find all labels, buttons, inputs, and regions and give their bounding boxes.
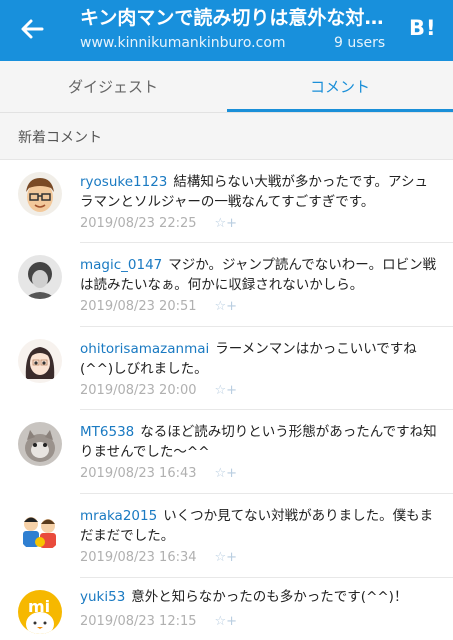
- comment-meta: 2019/08/23 20:51 ☆+: [80, 299, 237, 314]
- comment-item: MT6538 なるほど読み切りという形態があったんですね知りませんでした～^^ 2…: [0, 410, 453, 494]
- comment-item: mraka2015 いくつか見てない対戦がありました。僕もまだまだでした。 201…: [0, 494, 453, 578]
- add-star-icon[interactable]: ☆+: [215, 383, 238, 398]
- comment-date: 2019/08/23 20:51: [80, 299, 197, 314]
- comment-username[interactable]: magic_0147: [80, 257, 162, 273]
- comment-date: 2019/08/23 12:15: [80, 614, 197, 629]
- tab-bar: ダイジェスト コメント: [0, 61, 453, 113]
- avatar[interactable]: [18, 422, 62, 466]
- comment-item: magic_0147 マジか。ジャンプ読んでないわー。ロビン戦は読みたいなぁ。何か…: [0, 243, 453, 327]
- comment-date: 2019/08/23 16:34: [80, 550, 197, 565]
- add-star-icon[interactable]: ☆+: [215, 299, 238, 314]
- comment-meta: 2019/08/23 12:15 ☆+: [80, 614, 237, 629]
- comment-item: ohitorisamazanmai ラーメンマンはかっこいいですね(^^)しびれま…: [0, 327, 453, 410]
- bookmark-icon[interactable]: B!: [409, 16, 437, 40]
- comment-text: magic_0147 マジか。ジャンプ読んでないわー。ロビン戦は読みたいなぁ。何か…: [80, 255, 440, 295]
- comment-date: 2019/08/23 22:25: [80, 216, 197, 231]
- comment-meta: 2019/08/23 22:25 ☆+: [80, 216, 237, 231]
- tab-digest[interactable]: ダイジェスト: [0, 61, 226, 113]
- comment-text: yuki53 意外と知らなかったのも多かったです(^^)！: [80, 587, 440, 607]
- comment-username[interactable]: MT6538: [80, 424, 134, 440]
- avatar[interactable]: [18, 339, 62, 383]
- comment-body: 意外と知らなかったのも多かったです(^^)！: [131, 589, 408, 605]
- add-star-icon[interactable]: ☆+: [215, 216, 238, 231]
- add-star-icon[interactable]: ☆+: [215, 614, 238, 629]
- comment-item: ryosuke1123 結構知らない大戦が多かったです。アシュラマンとソルジャーの…: [0, 160, 453, 243]
- comment-meta: 2019/08/23 16:43 ☆+: [80, 466, 237, 481]
- comment-meta: 2019/08/23 20:00 ☆+: [80, 383, 237, 398]
- section-header: 新着コメント: [0, 113, 453, 160]
- add-star-icon[interactable]: ☆+: [215, 466, 238, 481]
- comment-username[interactable]: ohitorisamazanmai: [80, 341, 209, 357]
- comment-text: MT6538 なるほど読み切りという形態があったんですね知りませんでした～^^: [80, 422, 440, 462]
- app-header: キン肉マンで読み切りは意外な対戦が多かった www.kinnikumankinb…: [0, 0, 453, 61]
- comment-text: ohitorisamazanmai ラーメンマンはかっこいいですね(^^)しびれま…: [80, 339, 440, 379]
- comment-username[interactable]: ryosuke1123: [80, 174, 167, 190]
- section-title: 新着コメント: [18, 130, 102, 146]
- comment-username[interactable]: mraka2015: [80, 508, 157, 524]
- svg-text:mi: mi: [28, 597, 50, 616]
- add-star-icon[interactable]: ☆+: [215, 550, 238, 565]
- comment-item: mi yuki53 意外と知らなかったのも多かったです(^^)！ 2019/08/…: [0, 578, 453, 640]
- comment-date: 2019/08/23 16:43: [80, 466, 197, 481]
- back-arrow-icon[interactable]: [18, 15, 46, 43]
- page-url[interactable]: www.kinnikumankinburo.com: [80, 35, 320, 51]
- avatar[interactable]: [18, 255, 62, 299]
- avatar[interactable]: [18, 508, 62, 552]
- bookmark-users-count[interactable]: 9 users: [334, 35, 385, 51]
- comment-meta: 2019/08/23 16:34 ☆+: [80, 550, 237, 565]
- active-tab-indicator: [227, 109, 453, 112]
- comment-text: mraka2015 いくつか見てない対戦がありました。僕もまだまだでした。: [80, 506, 440, 546]
- comment-date: 2019/08/23 20:00: [80, 383, 197, 398]
- tab-comments[interactable]: コメント: [227, 61, 453, 113]
- comment-username[interactable]: yuki53: [80, 589, 125, 605]
- comment-text: ryosuke1123 結構知らない大戦が多かったです。アシュラマンとソルジャーの…: [80, 172, 440, 212]
- page-title: キン肉マンで読み切りは意外な対戦が多かった: [80, 7, 400, 29]
- avatar[interactable]: [18, 172, 62, 216]
- avatar[interactable]: mi: [18, 590, 62, 634]
